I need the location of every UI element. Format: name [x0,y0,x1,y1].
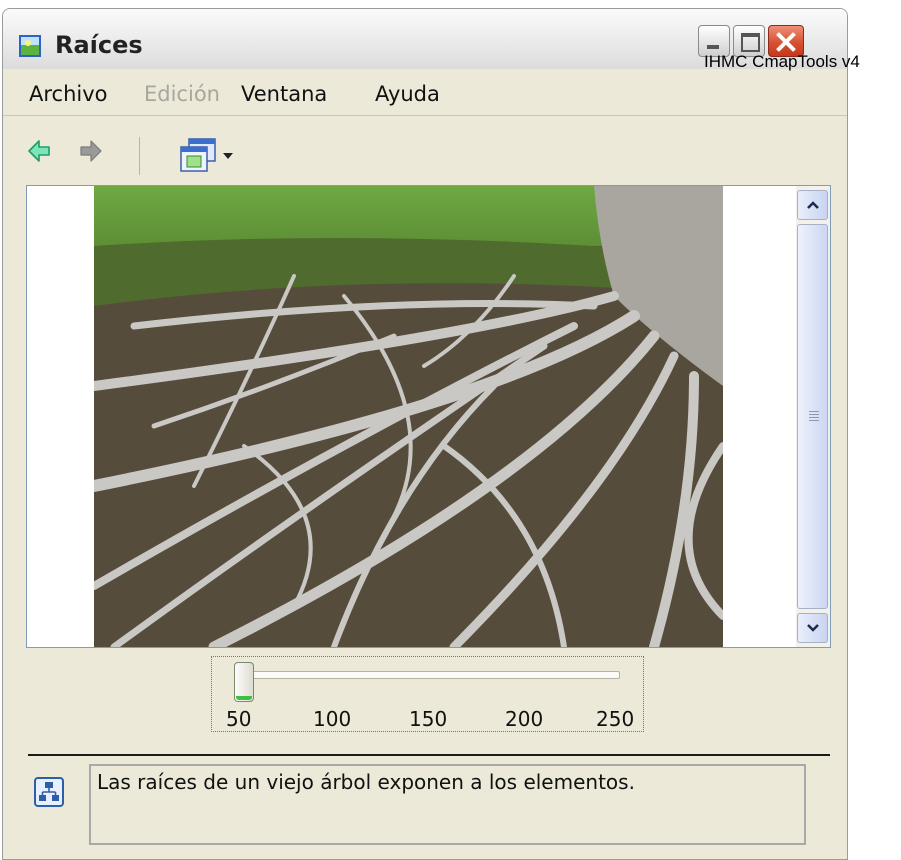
toolbar-separator [139,137,140,175]
tick-label: 50 [226,707,252,731]
arrow-left-icon[interactable] [27,139,51,163]
resource-window: Raíces Archivo Edición Ventana Ayuda 50 … [2,8,848,860]
vertical-scrollbar[interactable] [796,186,830,647]
description-box: Las raíces de un viejo árbol exponen a l… [89,764,806,845]
image-viewer [26,185,831,648]
image-resource-icon [19,35,41,57]
chevron-down-icon [806,624,819,632]
chevron-up-icon [806,201,819,209]
menu-ventana[interactable]: Ventana [241,82,327,106]
concept-map-icon[interactable] [34,777,64,807]
tick-label: 150 [409,707,448,731]
roots-photo [94,186,723,647]
scroll-thumb[interactable] [797,224,828,609]
description-text: Las raíces de un viejo árbol exponen a l… [97,770,635,794]
arrow-right-icon[interactable] [79,139,103,163]
tick-label: 250 [596,707,635,731]
tick-label: 100 [313,707,352,731]
section-divider [28,754,830,756]
tick-label: 200 [505,707,544,731]
zoom-slider[interactable]: 50 100 150 200 250 [211,656,644,732]
window-view-icon[interactable] [177,133,243,177]
window-title: Raíces [55,31,143,59]
slider-track[interactable] [238,671,620,679]
scroll-down-button[interactable] [797,613,828,643]
grip-icon [809,411,819,421]
slider-thumb[interactable] [234,662,254,702]
scroll-up-button[interactable] [797,190,828,220]
app-name-label: IHMC CmapTools v4 [704,52,860,71]
menu-archivo[interactable]: Archivo [29,82,108,106]
menu-ayuda[interactable]: Ayuda [375,82,440,106]
menu-edicion[interactable]: Edición [144,82,220,106]
menu-bar: Archivo Edición Ventana Ayuda [3,75,847,116]
